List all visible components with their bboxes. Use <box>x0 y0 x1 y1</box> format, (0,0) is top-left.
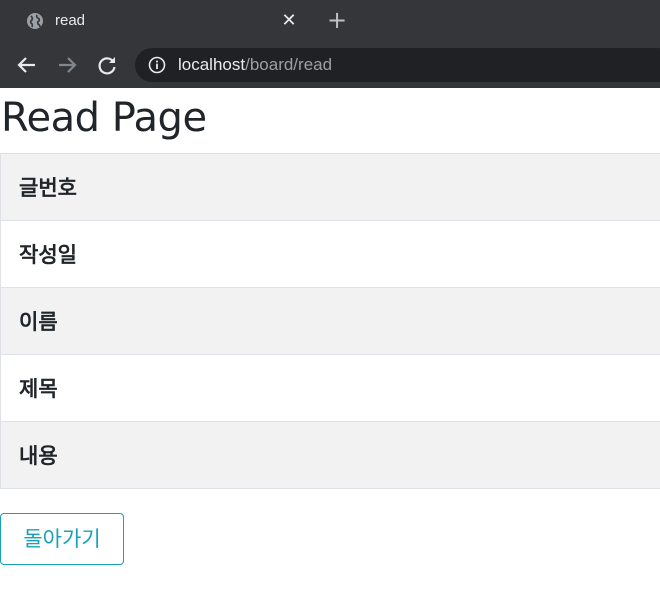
plus-icon[interactable]: + <box>326 8 348 32</box>
browser-toolbar: localhost/board/read <box>0 42 660 88</box>
close-icon[interactable]: ✕ <box>281 12 297 30</box>
table-row: 이름 <box>0 287 660 355</box>
field-label-title: 제목 <box>0 354 660 422</box>
field-label-name: 이름 <box>0 287 660 355</box>
arrow-right-icon[interactable] <box>56 54 78 76</box>
back-button[interactable]: 돌아가기 <box>0 513 124 565</box>
browser-tab[interactable]: read ✕ <box>9 2 309 42</box>
url-host: localhost <box>178 55 246 74</box>
arrow-left-icon[interactable] <box>16 54 38 76</box>
browser-chrome: read ✕ + localhost/board/read <box>0 0 660 88</box>
table-row: 내용 <box>0 421 660 489</box>
field-label-date: 작성일 <box>0 220 660 288</box>
reload-icon[interactable] <box>96 54 118 76</box>
url-path: /board/read <box>245 55 333 74</box>
page-title: Read Page <box>1 95 207 141</box>
read-table: 글번호 작성일 이름 제목 내용 <box>0 153 660 489</box>
table-row: 글번호 <box>0 153 660 221</box>
field-label-content: 내용 <box>0 421 660 489</box>
address-bar[interactable]: localhost/board/read <box>135 48 660 82</box>
table-row: 제목 <box>0 354 660 422</box>
tab-strip: read ✕ + <box>0 0 660 42</box>
globe-icon <box>27 13 43 29</box>
tab-title: read <box>55 12 86 29</box>
url-text[interactable]: localhost/board/read <box>178 56 332 74</box>
page-content: Read Page 글번호 작성일 이름 제목 내용 돌아가기 <box>0 88 660 594</box>
field-label-number: 글번호 <box>0 153 660 221</box>
info-icon[interactable] <box>148 56 166 74</box>
table-row: 작성일 <box>0 220 660 288</box>
